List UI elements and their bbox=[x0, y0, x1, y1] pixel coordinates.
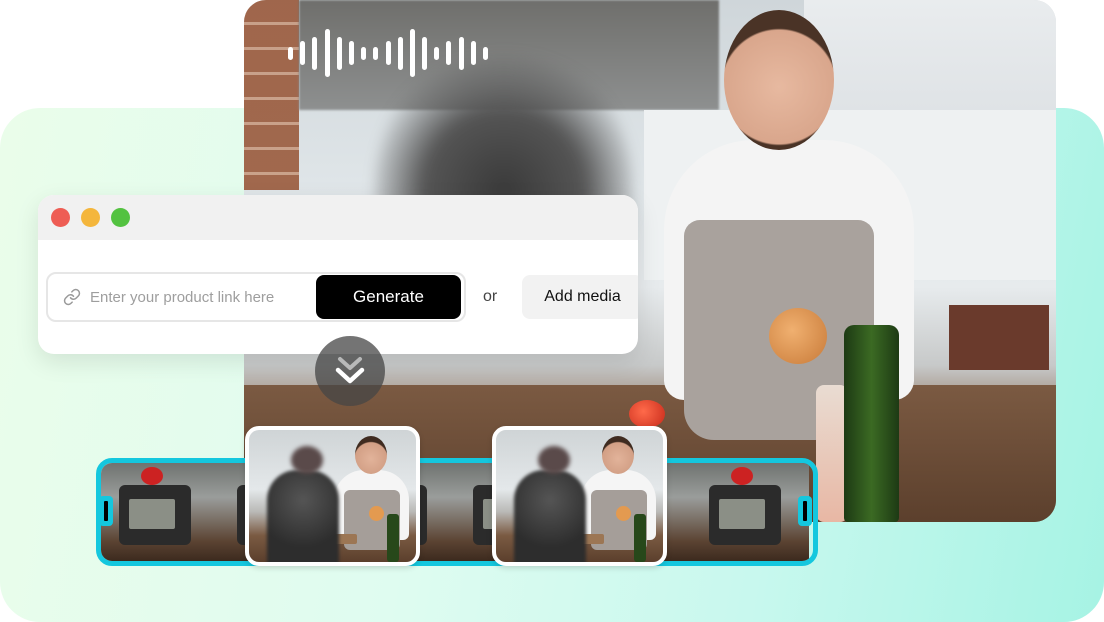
frame-camera-screen bbox=[129, 499, 175, 529]
waveform-bar bbox=[385, 41, 391, 65]
double-chevron-down-icon bbox=[335, 357, 365, 384]
window-titlebar bbox=[38, 195, 638, 240]
video-timeline-strip[interactable] bbox=[96, 458, 818, 566]
waveform-bar bbox=[409, 29, 415, 77]
waveform-bar bbox=[483, 46, 488, 60]
waveform-bar bbox=[288, 46, 293, 60]
frame-microphone bbox=[731, 467, 753, 485]
timeline-frame bbox=[101, 463, 219, 561]
olive-oil-bottle bbox=[844, 325, 899, 522]
add-media-button[interactable]: Add media bbox=[522, 275, 638, 319]
thumb-bottle bbox=[634, 514, 646, 562]
waveform-bar bbox=[458, 36, 464, 70]
towel bbox=[949, 305, 1049, 370]
thumb-person-head bbox=[355, 436, 387, 474]
waveform-bar bbox=[348, 41, 354, 65]
waveform-bar bbox=[397, 36, 403, 70]
waveform-bar bbox=[373, 46, 379, 60]
waveform-bar bbox=[312, 36, 318, 70]
frame-camera bbox=[119, 485, 191, 545]
person-head bbox=[724, 10, 834, 150]
selected-clip-thumbnail[interactable] bbox=[492, 426, 667, 566]
thumb-onion bbox=[616, 506, 631, 521]
expand-down-button[interactable] bbox=[315, 336, 385, 406]
waveform-bar bbox=[422, 36, 428, 70]
waveform-bar bbox=[446, 41, 452, 65]
waveform-bar bbox=[300, 41, 306, 65]
waveform-bar bbox=[324, 29, 330, 77]
thumb-camera bbox=[514, 470, 586, 562]
close-window-button[interactable] bbox=[51, 208, 70, 227]
timeline-trim-handle-right[interactable] bbox=[798, 496, 812, 526]
thumb-onion bbox=[369, 506, 384, 521]
frame-camera-screen bbox=[719, 499, 765, 529]
link-input-row: Generate or Add media bbox=[46, 272, 638, 322]
product-link-input[interactable] bbox=[90, 288, 316, 306]
link-icon bbox=[63, 288, 81, 306]
audio-waveform-icon bbox=[288, 28, 488, 78]
timeline-trim-handle-left[interactable] bbox=[99, 496, 113, 526]
selected-clip-thumbnail[interactable] bbox=[245, 426, 420, 566]
waveform-bar bbox=[361, 46, 367, 60]
onion bbox=[769, 308, 827, 364]
generate-button[interactable]: Generate bbox=[316, 275, 461, 319]
thumb-camera bbox=[267, 470, 339, 562]
thumb-person-head bbox=[602, 436, 634, 474]
waveform-bar bbox=[470, 41, 476, 65]
kitchen-cabinet bbox=[804, 0, 1056, 110]
tomato bbox=[629, 400, 665, 428]
frame-camera bbox=[709, 485, 781, 545]
waveform-bar bbox=[336, 36, 342, 70]
app-window: Generate or Add media bbox=[38, 195, 638, 354]
thumb-microphone bbox=[291, 446, 323, 474]
maximize-window-button[interactable] bbox=[111, 208, 130, 227]
timeline-frame bbox=[691, 463, 809, 561]
thumb-microphone bbox=[538, 446, 570, 474]
minimize-window-button[interactable] bbox=[81, 208, 100, 227]
frame-microphone bbox=[141, 467, 163, 485]
product-link-field[interactable]: Generate bbox=[46, 272, 466, 322]
thumb-bottle bbox=[387, 514, 399, 562]
or-separator: or bbox=[483, 288, 498, 305]
waveform-bar bbox=[434, 46, 440, 60]
